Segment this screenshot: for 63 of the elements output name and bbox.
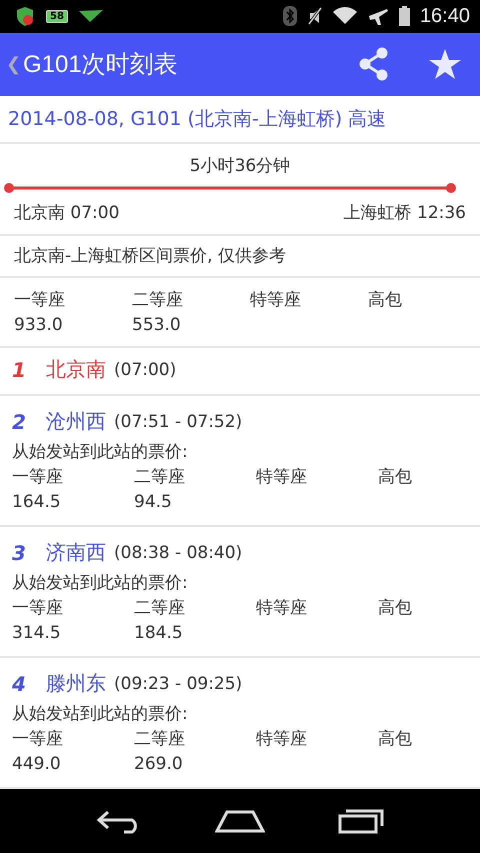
airplane-icon: [366, 6, 389, 26]
recent-apps-icon: [338, 808, 384, 834]
departure-info: 北京南 07:00: [14, 202, 120, 224]
star-icon: [428, 48, 462, 80]
station-name: 滕州东: [46, 670, 106, 698]
station-time: (07:51 - 07:52): [114, 412, 242, 432]
seat-class-label: 一等座: [12, 466, 64, 489]
fare-value: 314.5: [12, 622, 62, 645]
seat-class-label: 一等座: [12, 728, 64, 751]
home-icon: [214, 808, 265, 833]
fare-caption: 从始发站到此站的票价:: [12, 572, 189, 595]
station-number: 3: [12, 540, 27, 565]
seat-class-label: 特等座: [256, 466, 308, 489]
seat-class-label: 二等座: [134, 466, 186, 489]
paper-plane-icon: [78, 9, 104, 24]
home-button[interactable]: [214, 808, 265, 833]
seat-class-label: 特等座: [256, 728, 308, 751]
fare-value: 184.5: [134, 622, 184, 645]
fare-caption: 从始发站到此站的票价:: [12, 440, 189, 464]
station-number: 2: [12, 410, 27, 434]
shield-icon: [14, 5, 36, 28]
clock-time: 16:40: [420, 4, 470, 28]
fare-value: 94.5: [134, 490, 173, 514]
wifi-icon: [332, 7, 357, 26]
train-summary: 2014-08-08, G101 (北京南-上海虹桥) 高速: [0, 96, 480, 144]
seat-class-label: 二等座: [134, 596, 186, 620]
fare-note: 北京南-上海虹桥区间票价, 仅供参考: [0, 236, 480, 278]
station-number: 4: [12, 672, 27, 696]
station-name: 北京南: [46, 356, 106, 384]
station-time: (08:38 - 08:40): [114, 542, 242, 563]
seat-class-label: 特等座: [250, 288, 302, 312]
station-name: 沧州西: [46, 408, 106, 436]
seat-class-label: 特等座: [256, 596, 308, 620]
battery-badge: 58: [46, 10, 68, 23]
travel-duration: 5小时36分钟: [188, 154, 292, 177]
fare-value: 269.0: [134, 752, 184, 776]
back-button[interactable]: ❮: [4, 53, 23, 76]
seat-class-label: 高包: [378, 466, 413, 489]
share-button[interactable]: [358, 47, 390, 82]
favorite-button[interactable]: [428, 48, 462, 80]
screen-title: G101次时刻表: [23, 50, 179, 80]
bluetooth-icon: [282, 6, 297, 26]
fare-value: 553.0: [132, 314, 182, 337]
station-name: 济南西: [46, 539, 106, 566]
seat-class-label: 一等座: [12, 596, 64, 620]
station-number: 1: [12, 358, 27, 382]
battery-icon: [398, 6, 410, 26]
seat-class-label: 高包: [368, 288, 403, 312]
seat-class-label: 高包: [378, 596, 413, 620]
seat-class-label: 一等座: [14, 288, 66, 312]
muted-icon: [306, 6, 323, 26]
fare-value: 449.0: [12, 752, 62, 776]
station-time: (07:00): [114, 360, 176, 380]
arrival-info: 上海虹桥 12:36: [344, 202, 466, 224]
share-icon: [358, 47, 390, 82]
station-time: (09:23 - 09:25): [114, 674, 242, 694]
seat-class-label: 二等座: [134, 728, 186, 751]
fare-caption: 从始发站到此站的票价:: [12, 702, 189, 726]
recent-apps-button[interactable]: [338, 808, 384, 834]
fare-value: 933.0: [14, 314, 64, 337]
seat-class-label: 二等座: [132, 288, 184, 312]
seat-class-label: 高包: [378, 728, 413, 751]
fare-value: 164.5: [12, 490, 62, 514]
